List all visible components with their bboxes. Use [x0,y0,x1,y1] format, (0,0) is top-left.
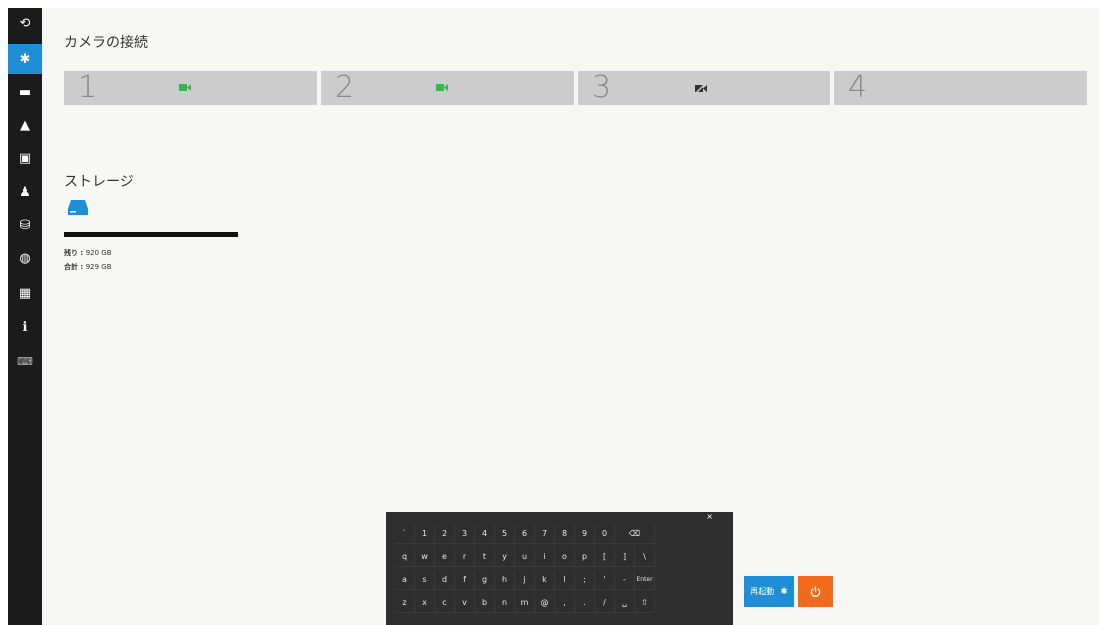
key-u[interactable]: u [515,547,535,567]
key-g[interactable]: g [475,570,495,590]
camera-off-icon [695,83,707,93]
key-8[interactable]: 8 [555,524,575,544]
key-%3b[interactable]: ; [575,570,595,590]
storage-usage-bar [64,232,238,237]
key-0[interactable]: 0 [595,524,615,544]
restart-button[interactable]: 再起動 ✱ [744,576,794,607]
key-b[interactable]: b [475,593,495,613]
keyboard-close-icon[interactable]: × [706,512,713,521]
power-button[interactable] [798,576,833,607]
camera-tile-4[interactable]: 4 [834,70,1087,105]
key-%5b[interactable]: [ [595,547,615,567]
key-2[interactable]: 2 [435,524,455,544]
key-%e2%87%a7[interactable]: ⇧ [635,593,655,613]
key-f[interactable]: f [455,570,475,590]
camera-tile-3[interactable]: 3 [578,70,830,105]
key-q[interactable]: q [395,547,415,567]
key-%2f[interactable]: / [595,593,615,613]
key-y[interactable]: y [495,547,515,567]
key-%2c[interactable]: , [555,593,575,613]
hard-drive-icon [68,200,88,215]
key-enter[interactable]: Enter [635,570,655,590]
video-camera-icon[interactable]: ▬ [8,77,42,107]
key-v[interactable]: v [455,593,475,613]
key-l[interactable]: l [555,570,575,590]
key-%e2%90%a3[interactable]: ␣ [615,593,635,613]
key-i[interactable]: i [535,547,555,567]
globe-icon[interactable]: ◍ [8,243,42,273]
key-'[interactable]: ' [595,570,615,590]
key-k[interactable]: k [535,570,555,590]
key-%5c[interactable]: \ [635,547,655,567]
key-p[interactable]: p [575,547,595,567]
camera-number: 3 [592,70,612,105]
camera-tile-1[interactable]: 1 [64,70,317,105]
restart-label: 再起動 [750,587,775,596]
key-a[interactable]: a [395,570,415,590]
keyboard-row-asdf: a s d f g h j k l; ' - Enter [395,570,655,590]
keyboard-row-qwerty: q w e r t y u i o p[] \ [395,547,655,567]
key-s[interactable]: s [415,570,435,590]
key-m[interactable]: m [515,593,535,613]
key-e[interactable]: e [435,547,455,567]
key-j[interactable]: j [515,570,535,590]
key-5[interactable]: 5 [495,524,515,544]
camera-tile-2[interactable]: 2 [321,70,574,105]
grid-icon[interactable]: ▦ [8,278,42,308]
key-n[interactable]: n [495,593,515,613]
key-9[interactable]: 9 [575,524,595,544]
gear-icon: ✱ [780,586,788,597]
computer-icon[interactable]: ▣ [8,143,42,173]
key-t[interactable]: t [475,547,495,567]
storage-total: 合計 : 929 GB [64,263,112,271]
sidebar: ⟲ ✱ ▬ ▲ ▣ ♟ ⛁ ◍ ▦ ℹ ⌨ [8,8,42,625]
key-x[interactable]: x [415,593,435,613]
key--[interactable]: - [615,570,635,590]
database-icon[interactable]: ⛁ [8,210,42,240]
key-%e2%8c%ab[interactable]: ⌫ [615,524,655,544]
key-1[interactable]: 1 [415,524,435,544]
bell-icon[interactable]: ▲ [8,110,42,140]
remaining-value: 920 GB [85,249,112,257]
key-7[interactable]: 7 [535,524,555,544]
keyboard-row-zxcv: z x c v b n m @,. / ␣ ⇧ [395,593,655,613]
key-r[interactable]: r [455,547,475,567]
key-h[interactable]: h [495,570,515,590]
power-icon [810,586,821,597]
key-%60[interactable]: ` [395,524,415,544]
camera-number: 4 [848,70,868,105]
key-o[interactable]: o [555,547,575,567]
key-3[interactable]: 3 [455,524,475,544]
gear-icon[interactable]: ✱ [8,44,42,74]
camera-connection-title: カメラの接続 [64,35,148,51]
total-value: 929 GB [85,263,112,271]
total-label: 合計 [64,263,78,271]
key-6[interactable]: 6 [515,524,535,544]
camera-connected-icon [436,84,448,91]
keyboard-icon[interactable]: ⌨ [8,346,42,376]
key-%40[interactable]: @ [535,593,555,613]
camera-connected-icon [179,84,191,91]
remaining-label: 残り [64,249,78,257]
keyboard-row-numbers: ` 1 2 3 4 5 6 7 8 9 0 ⌫ [395,524,655,544]
key-.[interactable]: . [575,593,595,613]
monitor-eye-icon[interactable]: ⟲ [8,8,42,38]
user-icon[interactable]: ♟ [8,177,42,207]
storage-title: ストレージ [64,174,134,190]
key-d[interactable]: d [435,570,455,590]
key-z[interactable]: z [395,593,415,613]
storage-remaining: 残り : 920 GB [64,249,112,257]
key-c[interactable]: c [435,593,455,613]
key-w[interactable]: w [415,547,435,567]
on-screen-keyboard: × ` 1 2 3 4 5 6 7 8 9 0 ⌫ q w e r t y u i o p[] \ a s d f g h j k l; '… [386,512,733,625]
camera-number: 2 [335,70,355,105]
camera-number: 1 [78,70,98,105]
key-%5d[interactable]: ] [615,547,635,567]
info-icon[interactable]: ℹ [8,312,42,342]
key-4[interactable]: 4 [475,524,495,544]
